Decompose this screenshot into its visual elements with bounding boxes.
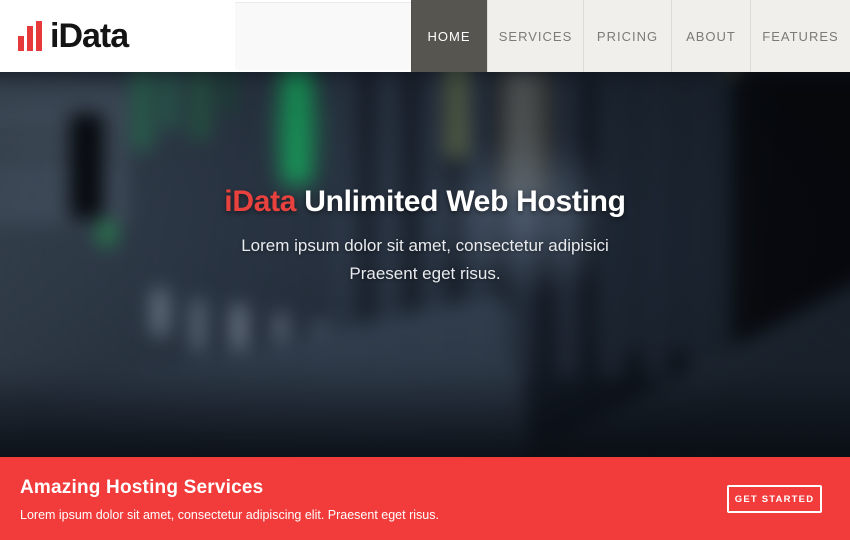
hero-subtitle-line2: Praesent eget risus. [0,260,850,288]
nav-item-home[interactable]: HOME [411,0,487,72]
main-nav: HOME SERVICES PRICING ABOUT FEATURES [411,0,850,72]
get-started-button[interactable]: GET STARTED [727,485,822,513]
cta-band: Amazing Hosting Services Lorem ipsum dol… [0,457,850,540]
nav-item-features[interactable]: FEATURES [750,0,850,72]
hero-title-accent: iData [224,185,296,218]
nav-item-pricing[interactable]: PRICING [583,0,671,72]
hero-title: iData Unlimited Web Hosting [0,185,850,219]
header-ghost-panel [235,2,413,70]
header: iData HOME SERVICES PRICING ABOUT FEATUR… [0,0,850,72]
nav-item-about[interactable]: ABOUT [671,0,750,72]
nav-item-services[interactable]: SERVICES [487,0,583,72]
brand-name: iData [50,17,128,56]
hero-title-rest: Unlimited Web Hosting [296,185,626,218]
hero-subtitle-line1: Lorem ipsum dolor sit amet, consectetur … [0,232,850,260]
bar-chart-icon [18,21,42,51]
cta-text: Lorem ipsum dolor sit amet, consectetur … [20,508,439,522]
hero-subtitle: Lorem ipsum dolor sit amet, consectetur … [0,232,850,288]
hero-section: iData Unlimited Web Hosting Lorem ipsum … [0,72,850,457]
page: iData HOME SERVICES PRICING ABOUT FEATUR… [0,0,850,540]
hero-content: iData Unlimited Web Hosting Lorem ipsum … [0,185,850,288]
cta-heading: Amazing Hosting Services [20,477,263,499]
